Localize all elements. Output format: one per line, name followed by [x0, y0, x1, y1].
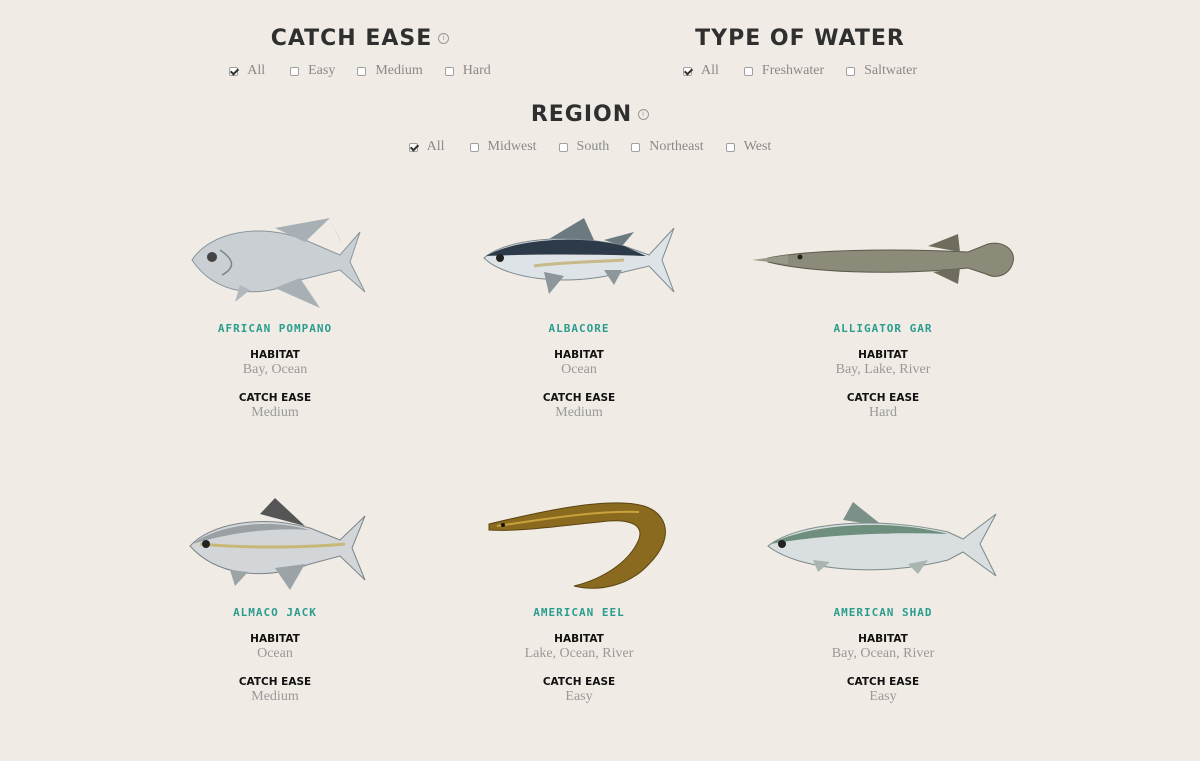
- checkbox[interactable]: [290, 66, 300, 76]
- habitat-value: Lake, Ocean, River: [524, 646, 634, 661]
- catch-ease-filter: CATCH EASE i All Easy Medium Hard: [200, 26, 520, 79]
- checkbox[interactable]: [683, 66, 693, 76]
- checkbox[interactable]: [469, 142, 479, 152]
- catch-ease-value: Medium: [251, 405, 299, 420]
- fish-card[interactable]: AFRICAN POMPANO HABITAT Bay, Ocean CATCH…: [125, 210, 425, 421]
- catch-ease-option-easy[interactable]: Easy: [290, 63, 335, 79]
- habitat-value: Ocean: [257, 646, 293, 661]
- fish-card[interactable]: ALMACO JACK HABITAT Ocean CATCH EASE Med…: [125, 494, 425, 705]
- catch-ease-label: CATCH EASE: [542, 392, 616, 404]
- fish-name[interactable]: ALMACO JACK: [125, 606, 425, 619]
- catch-ease-label: CATCH EASE: [238, 392, 312, 404]
- water-option-freshwater[interactable]: Freshwater: [743, 63, 824, 79]
- habitat-label: HABITAT: [250, 633, 300, 645]
- catch-ease-value: Easy: [869, 689, 897, 704]
- fish-name[interactable]: AFRICAN POMPANO: [125, 322, 425, 335]
- checkbox[interactable]: [444, 66, 454, 76]
- region-option-midwest[interactable]: Midwest: [469, 139, 537, 155]
- fish-card[interactable]: ALLIGATOR GAR HABITAT Bay, Lake, River C…: [733, 210, 1033, 421]
- habitat-value: Bay, Ocean: [242, 362, 308, 377]
- checkbox[interactable]: [408, 142, 418, 152]
- catch-ease-label: CATCH EASE: [846, 392, 920, 404]
- fish-name[interactable]: ALLIGATOR GAR: [733, 322, 1033, 335]
- region-option-south[interactable]: South: [558, 139, 609, 155]
- water-type-title: TYPE OF WATER: [695, 26, 905, 51]
- fish-card[interactable]: ALBACORE HABITAT Ocean CATCH EASE Medium: [429, 210, 729, 421]
- water-option-all[interactable]: All: [683, 63, 719, 79]
- catch-ease-value: Medium: [555, 405, 603, 420]
- fish-name[interactable]: AMERICAN SHAD: [733, 606, 1033, 619]
- region-option-west[interactable]: West: [725, 139, 771, 155]
- fish-card[interactable]: AMERICAN EEL HABITAT Lake, Ocean, River …: [429, 494, 729, 705]
- catch-ease-option-all[interactable]: All: [229, 63, 265, 79]
- habitat-value: Bay, Ocean, River: [831, 646, 935, 661]
- catch-ease-value: Hard: [869, 405, 897, 420]
- catch-ease-options: All Easy Medium Hard: [200, 63, 520, 79]
- catch-ease-option-medium[interactable]: Medium: [357, 63, 423, 79]
- region-filter: REGION i All Midwest South Northeast Wes…: [380, 102, 800, 155]
- american-eel-image: [488, 502, 666, 589]
- habitat-label: HABITAT: [554, 633, 604, 645]
- region-option-all[interactable]: All: [408, 139, 445, 155]
- habitat-label: HABITAT: [554, 349, 604, 361]
- catch-ease-value: Medium: [251, 689, 299, 704]
- habitat-label: HABITAT: [250, 349, 300, 361]
- catch-ease-title: CATCH EASE i: [271, 26, 450, 51]
- region-options: All Midwest South Northeast West: [380, 139, 800, 155]
- fish-name[interactable]: AMERICAN EEL: [429, 606, 729, 619]
- checkbox[interactable]: [357, 66, 367, 76]
- habitat-value: Bay, Lake, River: [835, 362, 931, 377]
- region-title: REGION i: [531, 102, 650, 127]
- catch-ease-label: CATCH EASE: [846, 676, 920, 688]
- catch-ease-value: Easy: [565, 689, 593, 704]
- info-icon[interactable]: i: [438, 33, 450, 44]
- water-option-saltwater[interactable]: Saltwater: [846, 63, 917, 79]
- catch-ease-label: CATCH EASE: [542, 676, 616, 688]
- almaco-jack-image: [189, 498, 366, 590]
- info-icon[interactable]: i: [638, 109, 650, 120]
- water-type-options: All Freshwater Saltwater: [640, 63, 960, 79]
- checkbox[interactable]: [631, 142, 641, 152]
- catch-ease-label: CATCH EASE: [238, 676, 312, 688]
- checkbox[interactable]: [846, 66, 856, 76]
- habitat-label: HABITAT: [858, 349, 908, 361]
- checkbox[interactable]: [725, 142, 735, 152]
- checkbox[interactable]: [229, 66, 239, 76]
- fish-card[interactable]: AMERICAN SHAD HABITAT Bay, Ocean, River …: [733, 494, 1033, 705]
- habitat-label: HABITAT: [858, 633, 908, 645]
- catch-ease-option-hard[interactable]: Hard: [444, 63, 491, 79]
- african-pompano-image: [191, 218, 366, 308]
- habitat-value: Ocean: [561, 362, 597, 377]
- checkbox[interactable]: [558, 142, 568, 152]
- alligator-gar-image: [752, 234, 1014, 284]
- fish-name[interactable]: ALBACORE: [429, 322, 729, 335]
- water-type-filter: TYPE OF WATER All Freshwater Saltwater: [640, 26, 960, 79]
- albacore-image: [483, 218, 675, 294]
- region-option-northeast[interactable]: Northeast: [631, 139, 704, 155]
- checkbox[interactable]: [743, 66, 753, 76]
- american-shad-image: [767, 502, 997, 577]
